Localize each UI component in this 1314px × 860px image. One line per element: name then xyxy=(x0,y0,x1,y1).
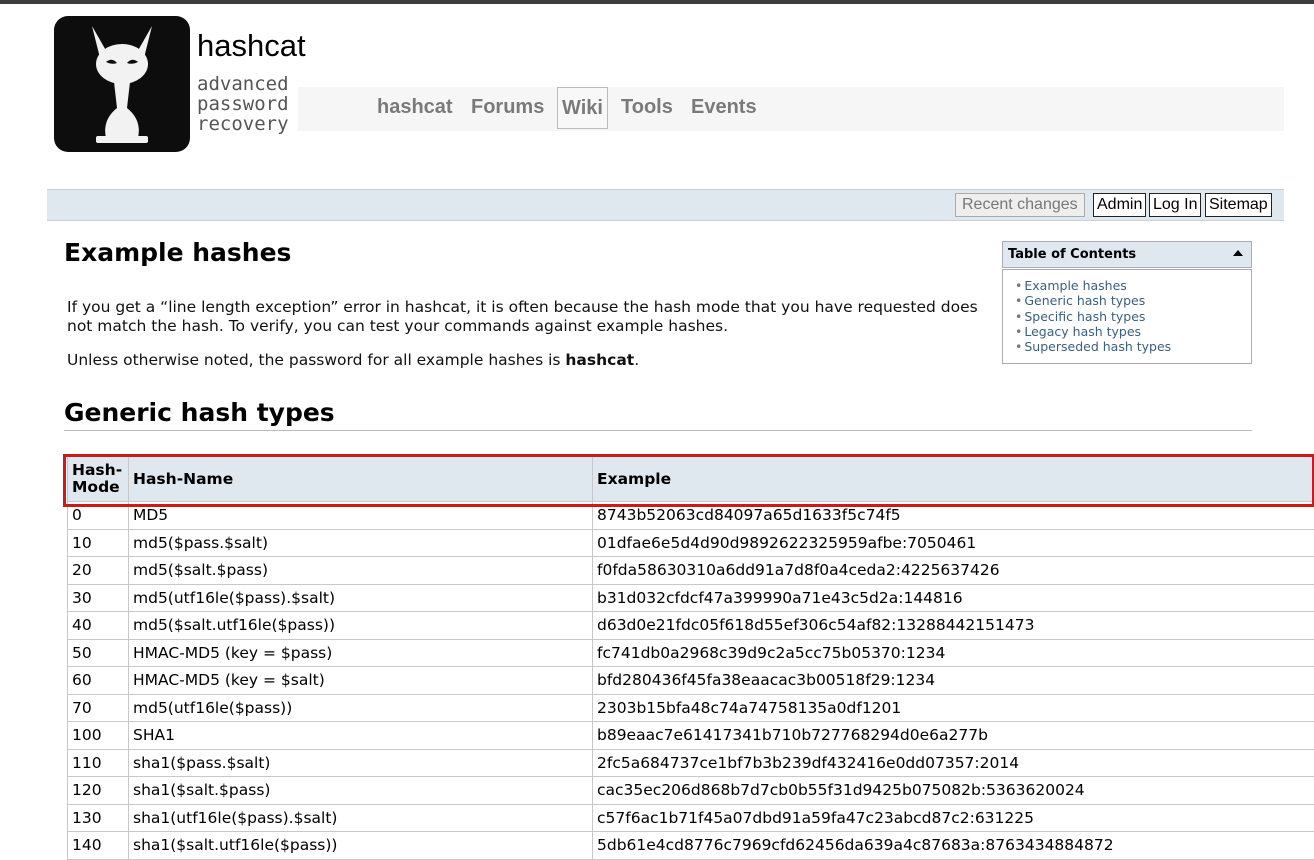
hash-name-cell: sha1($salt.$pass) xyxy=(128,776,593,805)
hash-mode-cell: 130 xyxy=(67,803,129,832)
example-hash-cell[interactable]: 01dfae6e5d4d90d9892622325959afbe:7050461 xyxy=(592,528,1314,557)
table-row: 20 md5($salt.$pass) f0fda58630310a6dd91a7d… xyxy=(67,556,1314,585)
table-row: 100 SHA1 b89eaac7e61417341b710b727768294d0… xyxy=(67,721,1314,750)
toc-item-generic-hash-types[interactable]: Generic hash types xyxy=(1015,293,1171,308)
brand-subtitle: advanced password recovery xyxy=(197,74,289,134)
password-note-text: Unless otherwise noted, the password for… xyxy=(67,351,566,369)
toc-item-legacy-hash-types[interactable]: Legacy hash types xyxy=(1015,324,1171,339)
nav-item-wiki[interactable]: Wiki xyxy=(557,87,608,129)
page-title: Example hashes xyxy=(64,238,292,267)
hash-name-cell: sha1(utf16le($pass).$salt) xyxy=(128,803,593,832)
example-hash-cell[interactable]: cac35ec206d868b7d7cb0b55f31d9425b075082b… xyxy=(592,776,1314,805)
hash-mode-cell: 30 xyxy=(67,583,129,612)
brand-subtitle-line: recovery xyxy=(197,113,289,135)
toc-header: Table of Contents xyxy=(1002,241,1252,268)
hash-mode-cell: 120 xyxy=(67,776,129,805)
table-row: 40 md5($salt.utf16le($pass)) d63d0e21fdc05… xyxy=(67,611,1314,640)
column-header-hash-name: Hash-Name xyxy=(128,456,593,502)
hash-mode-cell: 110 xyxy=(67,748,129,777)
window-top-border xyxy=(0,0,1314,4)
password-value: hashcat xyxy=(565,351,635,369)
intro-paragraph: If you get a “line length exception” err… xyxy=(67,298,978,335)
hash-table: Hash-Mode Hash-Name Example 0 MD5 8743b520… xyxy=(67,456,1314,860)
table-row: 70 md5(utf16le($pass)) 2303b15bfa48c74a747… xyxy=(67,693,1314,722)
toc-collapse-arrow-icon[interactable] xyxy=(1233,250,1243,256)
password-note-suffix: . xyxy=(634,351,640,369)
example-hash-cell[interactable]: bfd280436f45fa38eaacac3b00518f29:1234 xyxy=(592,666,1314,695)
hash-name-cell: sha1($salt.utf16le($pass)) xyxy=(128,831,593,860)
password-note: Unless otherwise noted, the password for… xyxy=(67,351,987,370)
hash-name-cell: HMAC-MD5 (key = $pass) xyxy=(128,638,593,667)
hash-name-cell: SHA1 xyxy=(128,721,593,750)
table-row: 140 sha1($salt.utf16le($pass)) 5db61e4cd87… xyxy=(67,831,1314,860)
example-hash-cell[interactable]: 8743b52063cd84097a65d1633f5c74f5 xyxy=(592,501,1314,530)
admin-button[interactable]: Admin xyxy=(1093,193,1147,217)
toc-item-superseded-hash-types[interactable]: Superseded hash types xyxy=(1015,339,1171,354)
table-row: 130 sha1(utf16le($pass).$salt) c57f6ac1b71… xyxy=(67,803,1314,832)
toc-body: Example hashes Generic hash types Specif… xyxy=(1002,269,1252,364)
column-header-hash-mode: Hash-Mode xyxy=(67,456,129,502)
example-hash-cell[interactable]: b31d032cfdcf47a399990a71e43c5d2a:144816 xyxy=(592,583,1314,612)
table-row: 60 HMAC-MD5 (key = $salt) bfd280436f45fa38… xyxy=(67,666,1314,695)
toc-list: Example hashes Generic hash types Specif… xyxy=(1015,278,1171,354)
example-hash-cell[interactable]: fc741db0a2968c39d9c2a5cc75b05370:1234 xyxy=(592,638,1314,667)
hash-name-cell: md5($pass.$salt) xyxy=(128,528,593,557)
nav-item-events[interactable]: Events xyxy=(691,96,757,119)
hash-name-cell: MD5 xyxy=(128,501,593,530)
hash-mode-cell: 70 xyxy=(67,693,129,722)
nav-item-forums[interactable]: Forums xyxy=(471,96,544,119)
hash-mode-cell: 20 xyxy=(67,556,129,585)
column-header-example: Example xyxy=(592,456,1314,502)
nav-item-hashcat[interactable]: hashcat xyxy=(377,96,453,119)
hash-mode-cell: 100 xyxy=(67,721,129,750)
table-body: 0 MD5 8743b52063cd84097a65d1633f5c74f5 10 md… xyxy=(67,501,1314,860)
recent-changes-button[interactable]: Recent changes xyxy=(955,193,1085,217)
table-row: 120 sha1($salt.$pass) cac35ec206d868b7d7cb… xyxy=(67,776,1314,805)
hash-mode-cell: 50 xyxy=(67,638,129,667)
hash-name-cell: md5($salt.utf16le($pass)) xyxy=(128,611,593,640)
example-hash-cell[interactable]: 5db61e4cd8776c7969cfd62456da639a4c87683a… xyxy=(592,831,1314,860)
main-nav: hashcat Forums Wiki Tools Events xyxy=(298,87,1284,131)
table-header-row: Hash-Mode Hash-Name Example xyxy=(67,456,1314,502)
table-row: 50 HMAC-MD5 (key = $pass) fc741db0a2968c39… xyxy=(67,638,1314,667)
hash-name-cell: sha1($pass.$salt) xyxy=(128,748,593,777)
hash-name-cell: md5($salt.$pass) xyxy=(128,556,593,585)
wiki-action-bar: Recent changes Admin Log In Sitemap xyxy=(47,189,1284,221)
example-hash-cell[interactable]: b89eaac7e61417341b710b727768294d0e6a277b xyxy=(592,721,1314,750)
example-hash-cell[interactable]: c57f6ac1b71f45a07dbd91a59fa47c23abcd87c2… xyxy=(592,803,1314,832)
hash-name-cell: md5(utf16le($pass)) xyxy=(128,693,593,722)
hash-name-cell: md5(utf16le($pass).$salt) xyxy=(128,583,593,612)
hash-mode-cell: 10 xyxy=(67,528,129,557)
example-hash-cell[interactable]: f0fda58630310a6dd91a7d8f0a4ceda2:4225637… xyxy=(592,556,1314,585)
hash-mode-cell: 140 xyxy=(67,831,129,860)
hash-name-cell: HMAC-MD5 (key = $salt) xyxy=(128,666,593,695)
table-row: 30 md5(utf16le($pass).$salt) b31d032cfdcf4… xyxy=(67,583,1314,612)
login-button[interactable]: Log In xyxy=(1149,193,1202,217)
section-title-generic: Generic hash types xyxy=(64,398,1252,431)
example-hash-cell[interactable]: d63d0e21fdc05f618d55ef306c54af82:1328844… xyxy=(592,611,1314,640)
example-hash-cell[interactable]: 2303b15bfa48c74a74758135a0df1201 xyxy=(592,693,1314,722)
toc-title: Table of Contents xyxy=(1008,247,1137,262)
brand-title: hashcat xyxy=(197,28,306,63)
sitemap-button[interactable]: Sitemap xyxy=(1205,193,1272,217)
brand-subtitle-line: advanced xyxy=(197,73,289,95)
toc-item-example-hashes[interactable]: Example hashes xyxy=(1015,278,1171,293)
table-row: 110 sha1($pass.$salt) 2fc5a684737ce1bf7b3b… xyxy=(67,748,1314,777)
table-of-contents: Table of Contents Example hashes Generic… xyxy=(1002,241,1252,364)
table-row: 10 md5($pass.$salt) 01dfae6e5d4d90d9892622… xyxy=(67,528,1314,557)
toc-item-specific-hash-types[interactable]: Specific hash types xyxy=(1015,309,1171,324)
hash-mode-cell: 40 xyxy=(67,611,129,640)
nav-item-tools[interactable]: Tools xyxy=(621,96,673,119)
hash-mode-cell: 60 xyxy=(67,666,129,695)
table-row: 0 MD5 8743b52063cd84097a65d1633f5c74f5 xyxy=(67,501,1314,530)
example-hash-cell[interactable]: 2fc5a684737ce1bf7b3b239df432416e0dd07357… xyxy=(592,748,1314,777)
brand-subtitle-line: password xyxy=(197,93,289,115)
hashcat-logo-icon[interactable] xyxy=(54,16,190,152)
hash-mode-cell: 0 xyxy=(67,501,129,530)
